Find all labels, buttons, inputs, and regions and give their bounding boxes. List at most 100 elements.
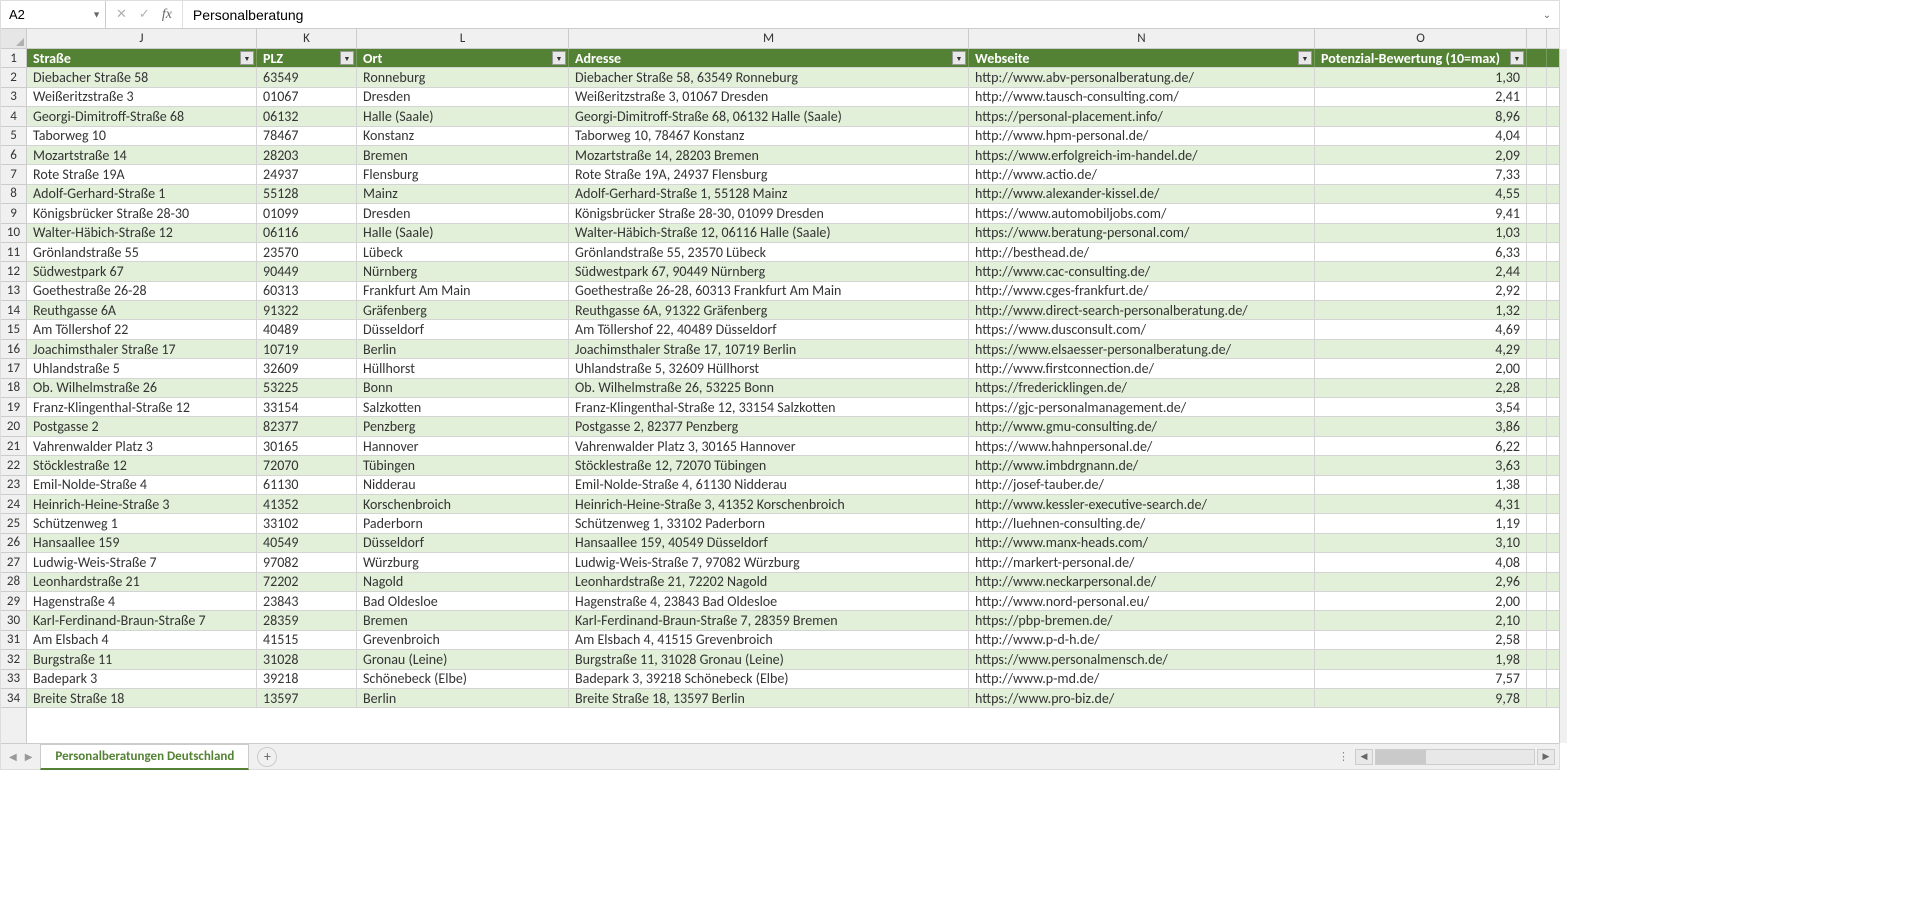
row-header-21[interactable]: 21: [1, 437, 26, 456]
cell-ort[interactable]: Dresden: [357, 204, 569, 222]
table-row[interactable]: Leonhardstraße 2172202NagoldLeonhardstra…: [27, 573, 1559, 592]
table-row[interactable]: Burgstraße 1131028Gronau (Leine)Burgstra…: [27, 650, 1559, 669]
cell-web[interactable]: https://personal-placement.info/: [969, 107, 1315, 125]
scroll-thumb[interactable]: [1376, 750, 1426, 764]
cell-pot[interactable]: 2,96: [1315, 573, 1527, 591]
cell-ort[interactable]: Flensburg: [357, 165, 569, 183]
cell-strasse[interactable]: Adolf-Gerhard-Straße 1: [27, 185, 257, 203]
cell-pot[interactable]: 4,29: [1315, 340, 1527, 358]
cell-web[interactable]: http://markert-personal.de/: [969, 553, 1315, 571]
table-row[interactable]: Uhlandstraße 532609HüllhorstUhlandstraße…: [27, 359, 1559, 378]
cell-strasse[interactable]: Uhlandstraße 5: [27, 359, 257, 377]
row-header-26[interactable]: 26: [1, 534, 26, 553]
row-header-4[interactable]: 4: [1, 107, 26, 126]
cell-web[interactable]: http://www.tausch-consulting.com/: [969, 88, 1315, 106]
fx-icon[interactable]: fx: [162, 7, 172, 23]
cell-adresse[interactable]: Vahrenwalder Platz 3, 30165 Hannover: [569, 437, 969, 455]
cell-plz[interactable]: 33102: [257, 514, 357, 532]
cell-web[interactable]: http://www.neckarpersonal.de/: [969, 573, 1315, 591]
table-header-cell[interactable]: Webseite▼: [969, 49, 1315, 67]
cell-plz[interactable]: 82377: [257, 417, 357, 435]
select-all-button[interactable]: [1, 29, 27, 48]
table-row[interactable]: Hansaallee 15940549DüsseldorfHansaallee …: [27, 534, 1559, 553]
table-row[interactable]: Stöcklestraße 1272070TübingenStöcklestra…: [27, 456, 1559, 475]
cell-ort[interactable]: Nidderau: [357, 476, 569, 494]
cell-plz[interactable]: 40489: [257, 320, 357, 338]
table-row[interactable]: Karl-Ferdinand-Braun-Straße 728359Bremen…: [27, 611, 1559, 630]
cell-adresse[interactable]: Königsbrücker Straße 28-30, 01099 Dresde…: [569, 204, 969, 222]
column-header-M[interactable]: M: [569, 29, 969, 48]
cell-strasse[interactable]: Joachimsthaler Straße 17: [27, 340, 257, 358]
cell-adresse[interactable]: Schützenweg 1, 33102 Paderborn: [569, 514, 969, 532]
cell-strasse[interactable]: Taborweg 10: [27, 127, 257, 145]
cell-plz[interactable]: 60313: [257, 282, 357, 300]
cell-pot[interactable]: 6,22: [1315, 437, 1527, 455]
row-header-11[interactable]: 11: [1, 243, 26, 262]
column-header-J[interactable]: J: [27, 29, 257, 48]
sheet-tab-active[interactable]: Personalberatungen Deutschland: [40, 744, 249, 770]
cell-plz[interactable]: 78467: [257, 127, 357, 145]
cell-pot[interactable]: 6,33: [1315, 243, 1527, 261]
table-row[interactable]: Mozartstraße 1428203BremenMozartstraße 1…: [27, 146, 1559, 165]
cell-ort[interactable]: Bonn: [357, 379, 569, 397]
cell-ort[interactable]: Hüllhorst: [357, 359, 569, 377]
cell-web[interactable]: https://pbp-bremen.de/: [969, 611, 1315, 629]
row-header-31[interactable]: 31: [1, 631, 26, 650]
cell-strasse[interactable]: Stöcklestraße 12: [27, 456, 257, 474]
cell-web[interactable]: https://www.erfolgreich-im-handel.de/: [969, 146, 1315, 164]
cell-adresse[interactable]: Breite Straße 18, 13597 Berlin: [569, 689, 969, 707]
cell-pot[interactable]: 1,98: [1315, 650, 1527, 668]
filter-dropdown-icon[interactable]: ▼: [952, 51, 966, 65]
scroll-left-icon[interactable]: ◀: [1355, 749, 1373, 765]
next-sheet-icon[interactable]: ▶: [25, 750, 33, 763]
table-row[interactable]: Schützenweg 133102PaderbornSchützenweg 1…: [27, 514, 1559, 533]
table-row[interactable]: Königsbrücker Straße 28-3001099DresdenKö…: [27, 204, 1559, 223]
cell-strasse[interactable]: Breite Straße 18: [27, 689, 257, 707]
cell-ort[interactable]: Nagold: [357, 573, 569, 591]
cell-pot[interactable]: 1,32: [1315, 301, 1527, 319]
cell-ort[interactable]: Bremen: [357, 146, 569, 164]
row-header-19[interactable]: 19: [1, 398, 26, 417]
cell-adresse[interactable]: Stöcklestraße 12, 72070 Tübingen: [569, 456, 969, 474]
cell-plz[interactable]: 24937: [257, 165, 357, 183]
cell-pot[interactable]: 2,41: [1315, 88, 1527, 106]
row-header-7[interactable]: 7: [1, 165, 26, 184]
cell-pot[interactable]: 3,86: [1315, 417, 1527, 435]
row-header-25[interactable]: 25: [1, 514, 26, 533]
cell-ort[interactable]: Halle (Saale): [357, 107, 569, 125]
cell-web[interactable]: http://www.alexander-kissel.de/: [969, 185, 1315, 203]
cell-strasse[interactable]: Postgasse 2: [27, 417, 257, 435]
cell-adresse[interactable]: Diebacher Straße 58, 63549 Ronneburg: [569, 68, 969, 86]
cell-strasse[interactable]: Weißeritzstraße 3: [27, 88, 257, 106]
cell-adresse[interactable]: Burgstraße 11, 31028 Gronau (Leine): [569, 650, 969, 668]
cell-web[interactable]: https://www.automobiljobs.com/: [969, 204, 1315, 222]
cell-plz[interactable]: 13597: [257, 689, 357, 707]
table-header-cell[interactable]: Adresse▼: [569, 49, 969, 67]
prev-sheet-icon[interactable]: ◀: [9, 750, 17, 763]
cell-adresse[interactable]: Ludwig-Weis-Straße 7, 97082 Würzburg: [569, 553, 969, 571]
row-header-10[interactable]: 10: [1, 224, 26, 243]
cell-ort[interactable]: Lübeck: [357, 243, 569, 261]
cell-ort[interactable]: Frankfurt Am Main: [357, 282, 569, 300]
row-header-20[interactable]: 20: [1, 417, 26, 436]
cell-ort[interactable]: Nürnberg: [357, 262, 569, 280]
cell-adresse[interactable]: Ob. Wilhelmstraße 26, 53225 Bonn: [569, 379, 969, 397]
column-header-N[interactable]: N: [969, 29, 1315, 48]
row-header-8[interactable]: 8: [1, 185, 26, 204]
cell-ort[interactable]: Korschenbroich: [357, 495, 569, 513]
cell-plz[interactable]: 63549: [257, 68, 357, 86]
cell-pot[interactable]: 2,92: [1315, 282, 1527, 300]
cell-ort[interactable]: Dresden: [357, 88, 569, 106]
cell-plz[interactable]: 90449: [257, 262, 357, 280]
expand-formula-icon[interactable]: ⌄: [1535, 8, 1559, 21]
cell-strasse[interactable]: Ludwig-Weis-Straße 7: [27, 553, 257, 571]
cell-ort[interactable]: Ronneburg: [357, 68, 569, 86]
cell-plz[interactable]: 72070: [257, 456, 357, 474]
cell-adresse[interactable]: Emil-Nolde-Straße 4, 61130 Nidderau: [569, 476, 969, 494]
cell-ort[interactable]: Düsseldorf: [357, 320, 569, 338]
row-header-12[interactable]: 12: [1, 262, 26, 281]
enter-icon[interactable]: ✓: [139, 7, 150, 22]
cell-plz[interactable]: 31028: [257, 650, 357, 668]
cell-strasse[interactable]: Burgstraße 11: [27, 650, 257, 668]
cell-adresse[interactable]: Leonhardstraße 21, 72202 Nagold: [569, 573, 969, 591]
